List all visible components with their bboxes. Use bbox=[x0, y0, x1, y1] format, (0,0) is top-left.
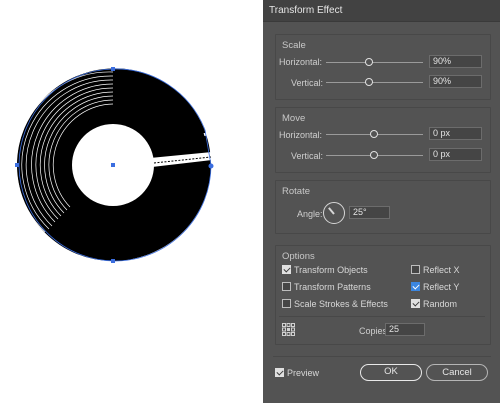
move-vertical-input[interactable]: 0 px bbox=[429, 148, 482, 161]
move-horizontal-label: Horizontal: bbox=[279, 130, 323, 140]
artboard[interactable] bbox=[0, 0, 262, 403]
random-checkbox[interactable] bbox=[411, 299, 420, 308]
copies-input[interactable]: 25 bbox=[385, 323, 425, 336]
transform-effect-dialog: Transform Effect Scale Horizontal: 90% V… bbox=[263, 0, 500, 403]
move-vertical-slider[interactable] bbox=[370, 151, 378, 159]
anchor-center[interactable] bbox=[111, 163, 115, 167]
dialog-titlebar[interactable]: Transform Effect bbox=[263, 0, 500, 22]
anchor-left[interactable] bbox=[15, 163, 19, 167]
spiral-artwork[interactable] bbox=[0, 0, 262, 403]
scale-header: Scale bbox=[282, 40, 306, 51]
copies-label: Copies bbox=[359, 326, 388, 336]
angle-dial[interactable] bbox=[323, 202, 345, 224]
scale-vertical-input[interactable]: 90% bbox=[429, 75, 482, 88]
preview-label: Preview bbox=[287, 368, 320, 378]
scale-vertical-track[interactable] bbox=[326, 82, 423, 83]
random-label: Random bbox=[423, 299, 458, 309]
move-horizontal-input[interactable]: 0 px bbox=[429, 127, 482, 140]
transform-objects-checkbox[interactable] bbox=[282, 265, 291, 274]
transform-patterns-label: Transform Patterns bbox=[294, 282, 371, 292]
anchor-bottom[interactable] bbox=[111, 259, 115, 263]
scale-vertical-label: Vertical: bbox=[291, 78, 324, 88]
scale-horizontal-input[interactable]: 90% bbox=[429, 55, 482, 68]
scale-strokes-label: Scale Strokes & Effects bbox=[294, 299, 388, 309]
scale-strokes-checkbox[interactable] bbox=[282, 299, 291, 308]
transform-objects-label: Transform Objects bbox=[294, 265, 368, 275]
anchor-end[interactable] bbox=[208, 163, 214, 169]
reflect-y-label: Reflect Y bbox=[423, 282, 460, 292]
reflect-x-label: Reflect X bbox=[423, 265, 460, 275]
move-horizontal-slider[interactable] bbox=[370, 130, 378, 138]
reflect-y-checkbox[interactable] bbox=[411, 282, 420, 291]
rotate-header: Rotate bbox=[282, 186, 310, 197]
move-header: Move bbox=[282, 113, 306, 124]
reflect-x-checkbox[interactable] bbox=[411, 265, 420, 274]
cancel-button[interactable]: Cancel bbox=[426, 364, 488, 381]
move-vertical-label: Vertical: bbox=[291, 151, 324, 161]
scale-horizontal-label: Horizontal: bbox=[279, 57, 323, 67]
scale-horizontal-slider[interactable] bbox=[365, 58, 373, 66]
reference-point-icon[interactable] bbox=[282, 323, 295, 336]
preview-checkbox[interactable] bbox=[275, 368, 284, 377]
options-separator bbox=[279, 316, 485, 317]
transform-patterns-checkbox[interactable] bbox=[282, 282, 291, 291]
dialog-title: Transform Effect bbox=[269, 5, 343, 16]
options-header: Options bbox=[282, 251, 315, 262]
ok-button[interactable]: OK bbox=[360, 364, 422, 381]
move-group: Move bbox=[275, 107, 491, 173]
angle-input[interactable]: 25° bbox=[349, 206, 390, 219]
scale-vertical-slider[interactable] bbox=[365, 78, 373, 86]
footer-separator bbox=[273, 356, 491, 357]
scale-horizontal-track[interactable] bbox=[326, 62, 423, 63]
anchor-top[interactable] bbox=[111, 67, 115, 71]
angle-label: Angle: bbox=[297, 209, 323, 219]
